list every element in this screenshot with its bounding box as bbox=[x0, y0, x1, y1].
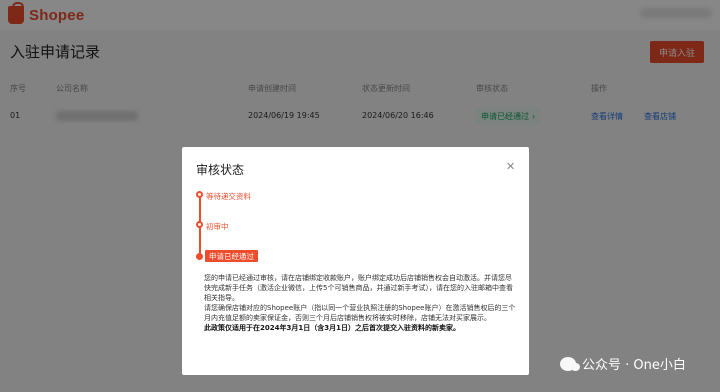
description-paragraph-2: 请您确保店铺对应的Shopee账户（指以同一个营业执照注册的Shopee账户）在… bbox=[204, 304, 516, 322]
close-icon[interactable]: ✕ bbox=[506, 160, 515, 173]
step-dot-2 bbox=[196, 221, 203, 228]
step-approved: 申请已经通过 bbox=[205, 250, 258, 262]
approval-description: 您的申请已经通过审核，请在店铺绑定收款账户，账户绑定成功后店铺销售权会自动激活。… bbox=[204, 273, 516, 333]
watermark-text: 公众号 · One小白 bbox=[582, 358, 686, 373]
review-status-modal: 审核状态 ✕ 等待递交资料 初审中 申请已经通过 您的申请已经通过审核，请在店铺… bbox=[182, 147, 529, 375]
wechat-icon bbox=[560, 356, 580, 371]
description-policy-note: 此政策仅适用于在2024年3月1日（含3月1日）之后首次提交入驻资料的新卖家。 bbox=[204, 324, 460, 332]
modal-title: 审核状态 bbox=[196, 163, 245, 177]
step-dot-1 bbox=[196, 191, 203, 198]
step-initial-review: 初审中 bbox=[206, 222, 229, 231]
watermark: 公众号 · One小白 bbox=[560, 354, 686, 373]
description-paragraph-1: 您的申请已经通过审核，请在店铺绑定收款账户，账户绑定成功后店铺销售权会自动激活。… bbox=[204, 274, 513, 302]
step-waiting-submit: 等待递交资料 bbox=[206, 192, 251, 201]
step-dot-3 bbox=[196, 253, 203, 260]
